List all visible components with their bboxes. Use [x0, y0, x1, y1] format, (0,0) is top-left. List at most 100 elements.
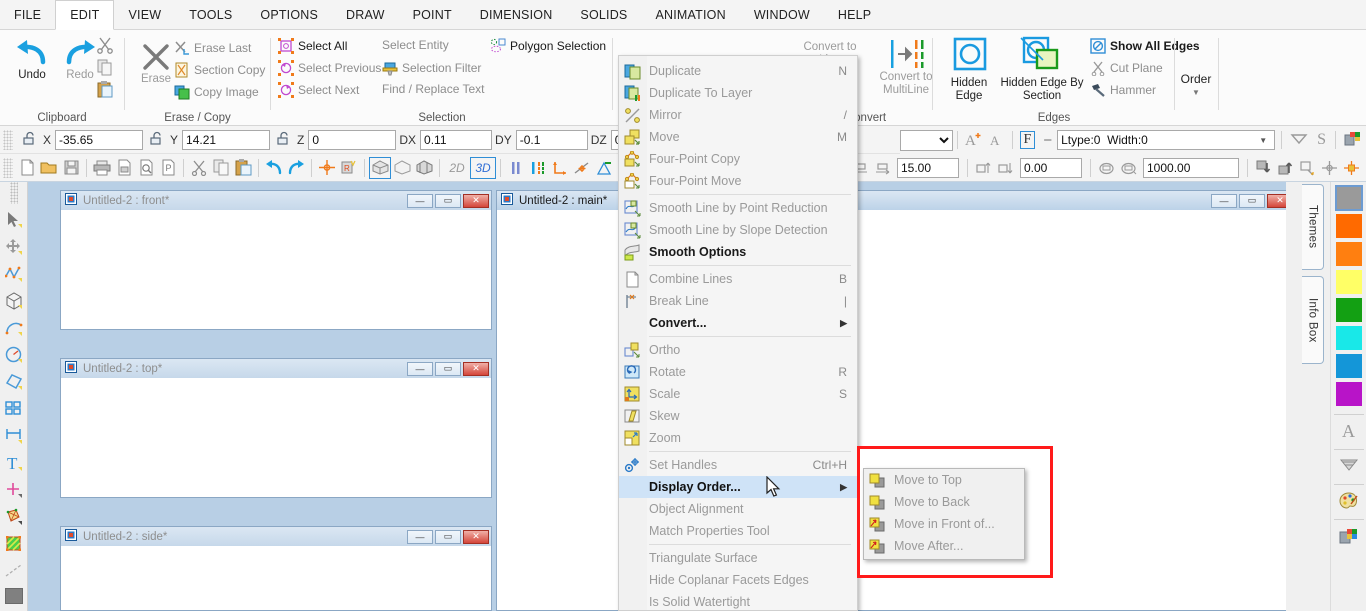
chevron-down-icon[interactable]: ▼	[1259, 136, 1267, 145]
tool-construction-line[interactable]	[1, 557, 27, 584]
mode-2d-button[interactable]: 2D	[444, 157, 470, 179]
menu-item-match-properties-tool[interactable]: Match Properties Tool	[619, 520, 857, 542]
render-wire-button[interactable]	[413, 157, 435, 179]
menu-item-convert[interactable]: Convert... ▶	[619, 312, 857, 334]
bring-to-front-button[interactable]	[1274, 157, 1296, 179]
mdi-title-bar[interactable]: Untitled-2 : top* — ▭ ✕	[61, 359, 491, 378]
menu-item-is-solid-watertight[interactable]: Is Solid Watertight	[619, 591, 857, 611]
select-all-item[interactable]: Select All	[278, 38, 347, 54]
layers-color-button[interactable]	[1344, 130, 1362, 151]
polygon-selection-item[interactable]: Polygon Selection	[490, 38, 606, 54]
theme-swatch[interactable]	[1335, 354, 1362, 378]
menu-item-smooth-line-by-point-reduction[interactable]: Smooth Line by Point Reduction	[619, 197, 857, 219]
tool-cube[interactable]	[1, 287, 27, 314]
tool-move-entity[interactable]	[1, 233, 27, 260]
menu-item-break-line[interactable]: Break Line |	[619, 290, 857, 312]
menu-item-skew[interactable]: Skew	[619, 405, 857, 427]
center-snap-button[interactable]	[1318, 157, 1340, 179]
minimize-button[interactable]: —	[407, 529, 433, 544]
tool-mesh[interactable]	[1, 503, 27, 530]
menu-item-smooth-line-by-slope-detection[interactable]: Smooth Line by Slope Detection	[619, 219, 857, 241]
theme-swatch[interactable]	[1335, 382, 1362, 406]
paste-toolbar-button[interactable]	[232, 157, 254, 179]
menu-view[interactable]: VIEW	[114, 0, 175, 29]
menu-draw[interactable]: DRAW	[332, 0, 399, 29]
menu-item-mirror[interactable]: Mirror /	[619, 104, 857, 126]
erase-last-item[interactable]: Erase Last	[174, 40, 251, 56]
send-to-back-button[interactable]	[1252, 157, 1274, 179]
close-button[interactable]: ✕	[463, 529, 489, 544]
menu-item-triangulate-surface[interactable]: Triangulate Surface	[619, 547, 857, 569]
lock-icon[interactable]	[149, 130, 165, 149]
palette-button[interactable]	[1336, 489, 1362, 513]
theme-swatch[interactable]	[1335, 298, 1362, 322]
menu-options[interactable]: OPTIONS	[246, 0, 332, 29]
copy-button[interactable]	[96, 58, 114, 79]
mdi-title-bar[interactable]: Untitled-2 : main* — ▭ ✕	[497, 191, 1295, 210]
elev-down-button[interactable]	[994, 157, 1016, 179]
open-file-button[interactable]	[38, 157, 60, 179]
new-file-button[interactable]	[16, 157, 38, 179]
order-dropdown-button[interactable]: Order ▼	[1176, 72, 1216, 97]
menu-solids[interactable]: SOLIDS	[566, 0, 641, 29]
tab-themes[interactable]: Themes	[1302, 184, 1324, 270]
coord-input-x[interactable]	[55, 129, 144, 150]
coord-input-dy[interactable]	[515, 129, 588, 150]
copy-image-item[interactable]: Copy Image	[174, 84, 259, 100]
hidden-edge-button[interactable]: Hidden Edge	[940, 36, 998, 103]
menu-edit[interactable]: EDIT	[55, 0, 115, 30]
elevation-input[interactable]	[1020, 158, 1082, 178]
menu-item-hide-coplanar-facets-edges[interactable]: Hide Coplanar Facets Edges	[619, 569, 857, 591]
maximize-button[interactable]: ▭	[435, 193, 461, 208]
mdi-title-bar[interactable]: Untitled-2 : front* — ▭ ✕	[61, 191, 491, 210]
perp-snap-button[interactable]	[593, 157, 615, 179]
undo-toolbar-button[interactable]	[263, 157, 285, 179]
mdi-canvas[interactable]	[61, 378, 491, 497]
filter-arrow-button[interactable]	[1290, 131, 1308, 150]
mode-3d-button[interactable]: 3D	[470, 156, 496, 179]
mdi-canvas[interactable]	[61, 546, 491, 610]
print-button[interactable]	[91, 157, 113, 179]
coord-input-y[interactable]	[182, 129, 271, 150]
menu-point[interactable]: POINT	[399, 0, 466, 29]
minus-button[interactable]: −	[1043, 132, 1052, 149]
minimize-button[interactable]: —	[1211, 193, 1237, 208]
menu-item-zoom[interactable]: Zoom	[619, 427, 857, 449]
tool-text[interactable]: T	[1, 449, 27, 476]
hatch-fill-button[interactable]	[1336, 454, 1362, 478]
origin-snap-button[interactable]	[1340, 157, 1362, 179]
maximize-button[interactable]: ▭	[1239, 193, 1265, 208]
menu-item-four-point-copy[interactable]: Four-Point Copy	[619, 148, 857, 170]
font-increase-button[interactable]: A	[965, 130, 983, 151]
font-decrease-button[interactable]: A	[989, 130, 1005, 151]
tool-polyline[interactable]	[1, 260, 27, 287]
menu-item-combine-lines[interactable]: Combine Lines B	[619, 268, 857, 290]
tool-arrow-select[interactable]	[1, 206, 27, 233]
menu-window[interactable]: WINDOW	[740, 0, 824, 29]
toolbar-grip[interactable]	[3, 157, 13, 178]
mdi-title-bar[interactable]: Untitled-2 : side* — ▭ ✕	[61, 527, 491, 546]
elev-up-button[interactable]	[972, 157, 994, 179]
select-entity-item[interactable]: Select Entity	[382, 38, 449, 52]
ltype-width-input[interactable]	[1057, 130, 1276, 150]
menu-item-duplicate-to-layer[interactable]: Duplicate To Layer	[619, 82, 857, 104]
mdi-window[interactable]: Untitled-2 : front* — ▭ ✕	[60, 190, 492, 330]
mdi-canvas[interactable]	[61, 210, 491, 329]
hammer-item[interactable]: Hammer	[1090, 82, 1156, 98]
pick-properties-button[interactable]	[1296, 157, 1318, 179]
tool-circle[interactable]	[1, 341, 27, 368]
dim-right-button[interactable]	[871, 157, 893, 179]
mdi-window[interactable]: Untitled-2 : top* — ▭ ✕	[60, 358, 492, 498]
submenu-item-move-in-front-of[interactable]: Move in Front of...	[864, 513, 1024, 535]
close-button[interactable]: ✕	[463, 193, 489, 208]
cut-button[interactable]	[96, 36, 114, 57]
menu-help[interactable]: HELP	[824, 0, 885, 29]
section-copy-item[interactable]: Section Copy	[174, 62, 265, 78]
minimize-button[interactable]: —	[407, 193, 433, 208]
theme-swatch[interactable]	[1335, 242, 1362, 266]
find-replace-text-item[interactable]: Find / Replace Text	[382, 82, 485, 96]
menu-item-move[interactable]: Move M	[619, 126, 857, 148]
menu-item-object-alignment[interactable]: Object Alignment	[619, 498, 857, 520]
save-button[interactable]	[60, 157, 82, 179]
rotate-cw-button[interactable]	[1117, 157, 1139, 179]
